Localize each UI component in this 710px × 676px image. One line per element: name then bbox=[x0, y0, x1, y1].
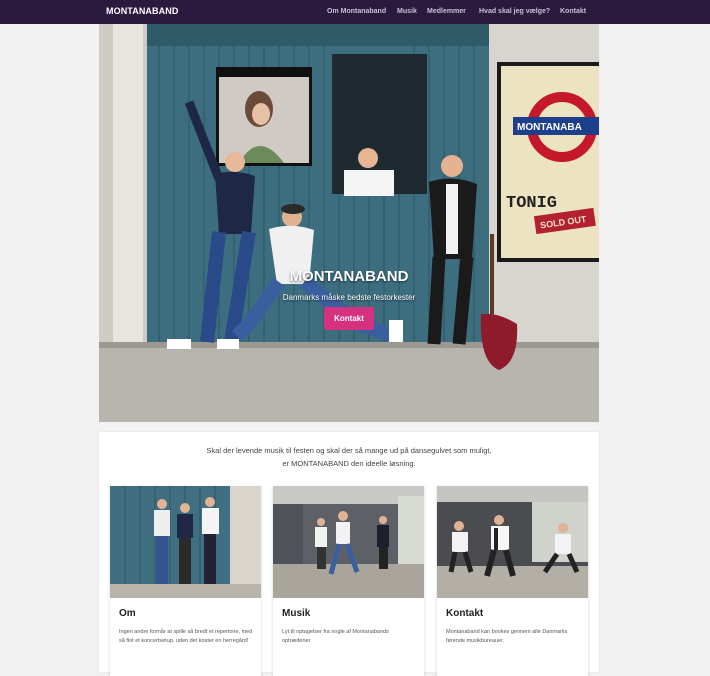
card-musik[interactable]: Musik Lyt til optagelser fra nogle af Mo… bbox=[273, 486, 424, 676]
card-musik-image[interactable] bbox=[273, 486, 424, 598]
nav-link-kontakt[interactable]: Kontakt bbox=[560, 8, 586, 15]
content-panel: Skal der levende musik til festen og ska… bbox=[99, 432, 599, 676]
card-om-title: Om bbox=[119, 608, 136, 619]
card-kontakt-title: Kontakt bbox=[446, 608, 484, 619]
poster-caption: Sang: Christina Agger bbox=[220, 70, 269, 76]
card-musik-title: Musik bbox=[282, 608, 311, 619]
hero-subtitle: Danmarks måske bedste festorkester bbox=[282, 293, 416, 302]
hero-banner: MONTANABA TONIG SOLD OUT Sang: Christina… bbox=[99, 24, 599, 422]
hero-contact-button[interactable]: Kontakt bbox=[324, 307, 374, 330]
card-musik-text: Lyt til optagelser fra nogle af Montanab… bbox=[282, 629, 389, 644]
nav-link-hvad-skal-jeg-vaelge[interactable]: Hvad skal jeg vælge? bbox=[479, 8, 550, 15]
card-kontakt-text: Montanaband kan bookes gennem alle Danma… bbox=[446, 629, 568, 644]
nav-menu: Om Montanaband Musik Medlemmer Hvad skal… bbox=[0, 8, 710, 20]
top-navbar: MONTANABAND Om Montanaband Musik Medlemm… bbox=[0, 0, 710, 24]
hero-photo: MONTANABA TONIG SOLD OUT bbox=[99, 24, 599, 422]
intro-line-1: Skal der levende musik til festen og ska… bbox=[206, 446, 492, 455]
sign-text: MONTANABA bbox=[517, 122, 582, 133]
hero-title: MONTANABAND bbox=[289, 268, 409, 285]
card-kontakt-image[interactable] bbox=[437, 486, 588, 598]
card-kontakt[interactable]: Kontakt Montanaband kan bookes gennem al… bbox=[437, 486, 588, 676]
card-om-text: Ingen andre formår at spille så bredt et… bbox=[119, 629, 253, 644]
nav-link-musik[interactable]: Musik bbox=[397, 8, 417, 15]
intro-line-2: er MONTANABAND den ideelle løsning. bbox=[282, 459, 416, 468]
nav-link-medlemmer[interactable]: Medlemmer bbox=[427, 8, 466, 15]
intro-text: Skal der levende musik til festen og ska… bbox=[99, 444, 599, 470]
card-om-image[interactable] bbox=[110, 486, 261, 598]
sign-text-2: TONIG bbox=[506, 194, 557, 213]
card-om[interactable]: Om Ingen andre formår at spille så bredt… bbox=[110, 486, 261, 676]
nav-link-om[interactable]: Om Montanaband bbox=[327, 8, 386, 15]
